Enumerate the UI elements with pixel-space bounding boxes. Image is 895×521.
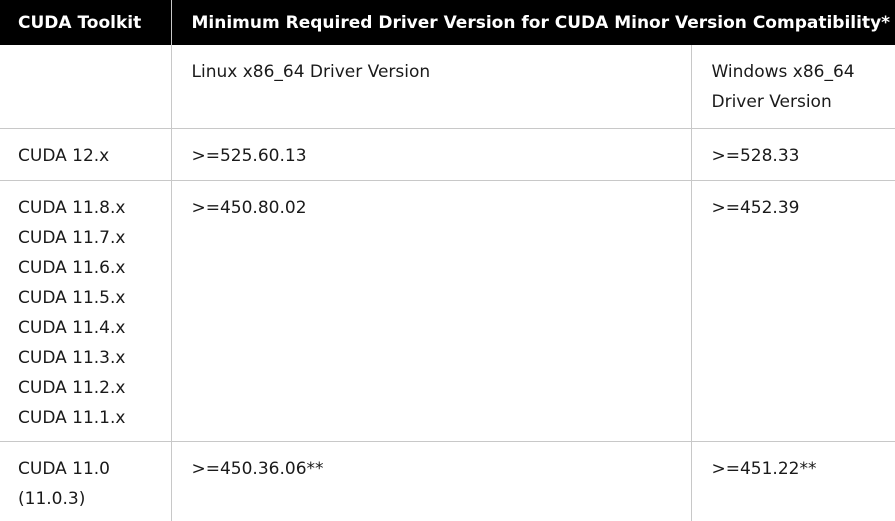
toolkit-version: CUDA 11.7.x xyxy=(18,227,126,248)
table-row: CUDA 12.x >=525.60.13 >=528.33 xyxy=(0,128,895,181)
table-row: CUDA 11.0 (11.0.3) >=450.36.06** >=451.2… xyxy=(0,441,895,521)
header-min-driver-version: Minimum Required Driver Version for CUDA… xyxy=(171,0,895,45)
toolkit-version: CUDA 11.6.x xyxy=(18,257,126,278)
linux-driver-cell: >=450.80.02 xyxy=(171,180,692,442)
toolkit-version: CUDA 11.8.x xyxy=(18,197,126,218)
linux-driver-cell: >=525.60.13 xyxy=(171,128,692,181)
table-row: CUDA 11.8.x CUDA 11.7.x CUDA 11.6.x CUDA… xyxy=(0,180,895,442)
toolkit-cell: CUDA 11.0 (11.0.3) xyxy=(0,441,172,521)
toolkit-version: CUDA 11.5.x xyxy=(18,287,126,308)
toolkit-version: CUDA 11.2.x xyxy=(18,377,126,398)
table-header-row: CUDA Toolkit Minimum Required Driver Ver… xyxy=(0,0,895,45)
subheader-linux: Linux x86_64 Driver Version xyxy=(171,45,692,129)
table-subheader-row: Linux x86_64 Driver Version Windows x86_… xyxy=(0,45,895,129)
linux-driver-cell: >=450.36.06** xyxy=(171,441,692,521)
windows-driver-cell: >=451.22** xyxy=(711,458,817,479)
toolkit-version: CUDA 11.1.x xyxy=(18,407,126,428)
subheader-windows-line: Windows x86_64 xyxy=(711,62,855,82)
subheader-empty-cell xyxy=(0,45,172,129)
toolkit-cell: CUDA 12.x xyxy=(0,128,172,181)
toolkit-version: (11.0.3) xyxy=(18,488,86,509)
toolkit-cell: CUDA 11.8.x CUDA 11.7.x CUDA 11.6.x CUDA… xyxy=(0,180,172,442)
toolkit-version: CUDA 11.3.x xyxy=(18,347,126,368)
toolkit-version: CUDA 11.4.x xyxy=(18,317,126,338)
header-cuda-toolkit: CUDA Toolkit xyxy=(0,0,172,45)
toolkit-version: CUDA 11.0 xyxy=(18,458,110,479)
subheader-windows-line: Driver Version xyxy=(711,92,832,112)
subheader-windows: Windows x86_64 Driver Version xyxy=(691,45,895,129)
driver-compatibility-table: CUDA Toolkit Minimum Required Driver Ver… xyxy=(0,0,895,521)
windows-driver-cell: >=528.33 xyxy=(691,128,895,181)
windows-driver-cell: >=452.39 xyxy=(691,180,895,442)
toolkit-version: CUDA 12.x xyxy=(18,145,110,166)
